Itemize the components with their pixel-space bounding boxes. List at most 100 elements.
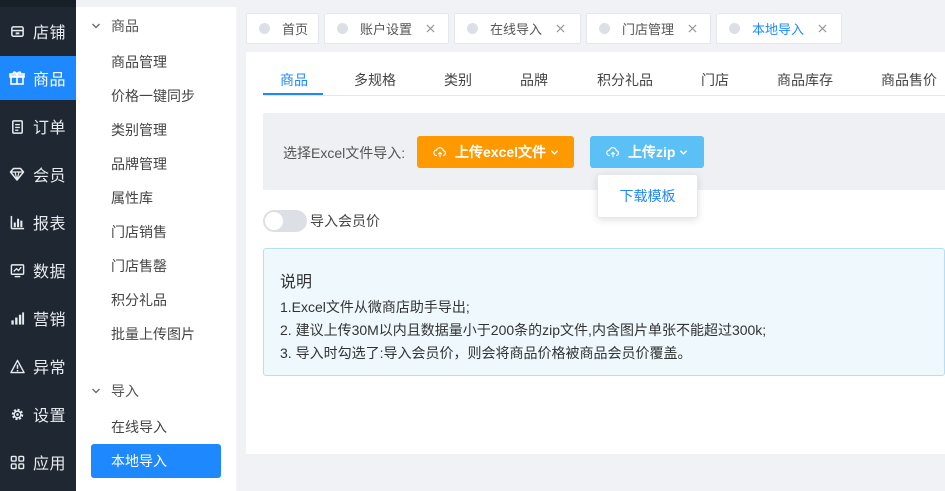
tab-points-gifts[interactable]: 积分礼品 [597, 70, 653, 90]
submenu-item-label: 商品管理 [111, 54, 167, 70]
nav-item-label: 异常 [33, 360, 67, 377]
chevron-down-icon [92, 388, 100, 394]
submenu-item-label: 品牌管理 [111, 156, 167, 172]
nav-item-members[interactable]: 会员 [0, 152, 76, 196]
tab-status-dot [729, 23, 740, 34]
nav-item-label: 数据 [33, 264, 67, 281]
upload-zip-label: 上传zip [628, 144, 676, 160]
clipboard-icon [9, 118, 25, 134]
chevron-down-icon [550, 149, 559, 155]
nav-item-label: 商品 [33, 72, 67, 89]
tab-status-dot [259, 23, 270, 34]
nav-item-products[interactable]: 商品 [0, 56, 76, 100]
submenu-group-import[interactable]: 导入 [91, 380, 139, 402]
submenu-item-label: 价格一键同步 [111, 88, 195, 104]
submenu-item-online-import[interactable]: 在线导入 [111, 417, 167, 437]
tab-categories[interactable]: 类别 [444, 70, 472, 90]
chevron-down-icon [680, 149, 688, 155]
nav-item-settings[interactable]: 设置 [0, 392, 76, 436]
nav-item-apps[interactable]: 应用 [0, 440, 76, 484]
submenu-item-local-import[interactable]: 本地导入 [91, 444, 221, 478]
nav-item-reports[interactable]: 报表 [0, 200, 76, 244]
member-price-label: 导入会员价 [310, 213, 380, 229]
nav-item-marketing[interactable]: 营销 [0, 296, 76, 340]
nav-item-orders[interactable]: 订单 [0, 104, 76, 148]
sub-nav-menu: 商品 商品管理 价格一键同步 类别管理 品牌管理 属性库 门店销售 门店售罄 积… [76, 7, 236, 491]
submenu-item-price-sync[interactable]: 价格一键同步 [111, 86, 195, 106]
page-tab-store-management[interactable]: 门店管理 [586, 13, 711, 44]
submenu-item-label: 在线导入 [111, 419, 167, 435]
page-tab-label: 账户设置 [360, 22, 413, 37]
rail-top-strip [0, 0, 76, 7]
page-tab-bar: 首页 账户设置 在线导入 门店管理 本地导入 [236, 7, 945, 52]
notice-line: 1.Excel文件从微商店助手导出; [280, 299, 470, 315]
bar-chart-icon [9, 214, 25, 230]
submenu-item-store-sold-out[interactable]: 门店售罄 [111, 256, 167, 276]
notice-line: 3. 导入时勾选了:导入会员价，则会将商品价格被商品会员价覆盖。 [280, 345, 692, 361]
nav-item-data[interactable]: 数据 [0, 248, 76, 292]
instructions-notice: 说明 1.Excel文件从微商店助手导出; 2. 建议上传30M以内且数据量小于… [263, 248, 945, 376]
close-icon[interactable] [426, 24, 436, 33]
tab-selling-price[interactable]: 商品售价 [881, 70, 937, 90]
page-tab-label: 本地导入 [752, 22, 805, 37]
submenu-item-label: 属性库 [111, 190, 153, 206]
tab-status-dot [467, 23, 478, 34]
submenu-item-attribute-library[interactable]: 属性库 [111, 188, 153, 208]
page-tab-label: 在线导入 [490, 22, 543, 37]
main-nav-rail: 店铺 商品 订单 会员 报表 数据 营销 异常 设置 应用 [0, 0, 76, 491]
cloud-upload-icon [433, 147, 446, 158]
member-price-switch-row: 导入会员价 [263, 210, 380, 232]
diamond-icon [9, 166, 25, 182]
tab-inventory[interactable]: 商品库存 [777, 70, 833, 90]
page-tab-local-import[interactable]: 本地导入 [716, 13, 842, 44]
tab-multi-spec[interactable]: 多规格 [354, 70, 396, 90]
page-tab-label: 首页 [282, 22, 309, 37]
upload-excel-label: 上传excel文件 [455, 144, 547, 160]
page-tab-home[interactable]: 首页 [246, 13, 319, 44]
upload-excel-button[interactable]: 上传excel文件 [417, 136, 574, 168]
tab-stores[interactable]: 门店 [701, 70, 729, 90]
zip-dropdown-menu: 下载模板 [597, 174, 698, 218]
submenu-item-brand-management[interactable]: 品牌管理 [111, 154, 167, 174]
close-icon[interactable] [556, 24, 566, 33]
upload-label: 选择Excel文件导入: [283, 145, 406, 161]
nav-item-label: 报表 [33, 216, 67, 233]
close-icon[interactable] [688, 24, 698, 33]
tab-brands[interactable]: 品牌 [520, 70, 548, 90]
member-price-toggle[interactable] [263, 210, 307, 232]
submenu-item-product-management[interactable]: 商品管理 [111, 52, 167, 72]
nav-item-label: 应用 [33, 456, 67, 473]
chevron-down-icon [92, 23, 100, 29]
submenu-item-store-sales[interactable]: 门店销售 [111, 222, 167, 242]
tab-products[interactable]: 商品 [280, 70, 308, 90]
active-tab-indicator [263, 93, 323, 95]
submenu-item-points-gifts[interactable]: 积分礼品 [111, 290, 167, 310]
tab-status-dot [599, 23, 610, 34]
submenu-item-label: 类别管理 [111, 122, 167, 138]
submenu-item-label: 本地导入 [111, 453, 167, 469]
content-tab-bar: 商品 多规格 类别 品牌 积分礼品 门店 商品库存 商品售价 [263, 52, 945, 96]
nav-item-label: 会员 [33, 168, 67, 185]
submenu-item-batch-upload-images[interactable]: 批量上传图片 [111, 324, 195, 344]
submenu-group-title: 商品 [111, 18, 139, 34]
nav-item-label: 店铺 [33, 25, 67, 42]
download-template-item[interactable]: 下载模板 [620, 186, 676, 206]
page-tab-account-settings[interactable]: 账户设置 [324, 13, 449, 44]
submenu-item-category-management[interactable]: 类别管理 [111, 120, 167, 140]
submenu-item-label: 批量上传图片 [111, 326, 195, 342]
page-tab-online-import[interactable]: 在线导入 [454, 13, 581, 44]
submenu-item-label: 积分礼品 [111, 292, 167, 308]
toggle-knob [265, 212, 283, 230]
cloud-upload-icon [606, 147, 619, 158]
signal-bars-icon [9, 310, 25, 326]
nav-item-exceptions[interactable]: 异常 [0, 344, 76, 388]
submenu-item-label: 门店销售 [111, 224, 167, 240]
page-tab-label: 门店管理 [622, 22, 675, 37]
monitor-chart-icon [9, 262, 25, 278]
upload-zip-button[interactable]: 上传zip [590, 136, 704, 168]
submenu-group-products[interactable]: 商品 [91, 15, 139, 37]
notice-line: 2. 建议上传30M以内且数据量小于200条的zip文件,内含图片单张不能超过3… [280, 322, 767, 338]
nav-item-store[interactable]: 店铺 [0, 9, 76, 53]
close-icon[interactable] [818, 24, 828, 33]
nav-item-label: 设置 [33, 408, 67, 425]
